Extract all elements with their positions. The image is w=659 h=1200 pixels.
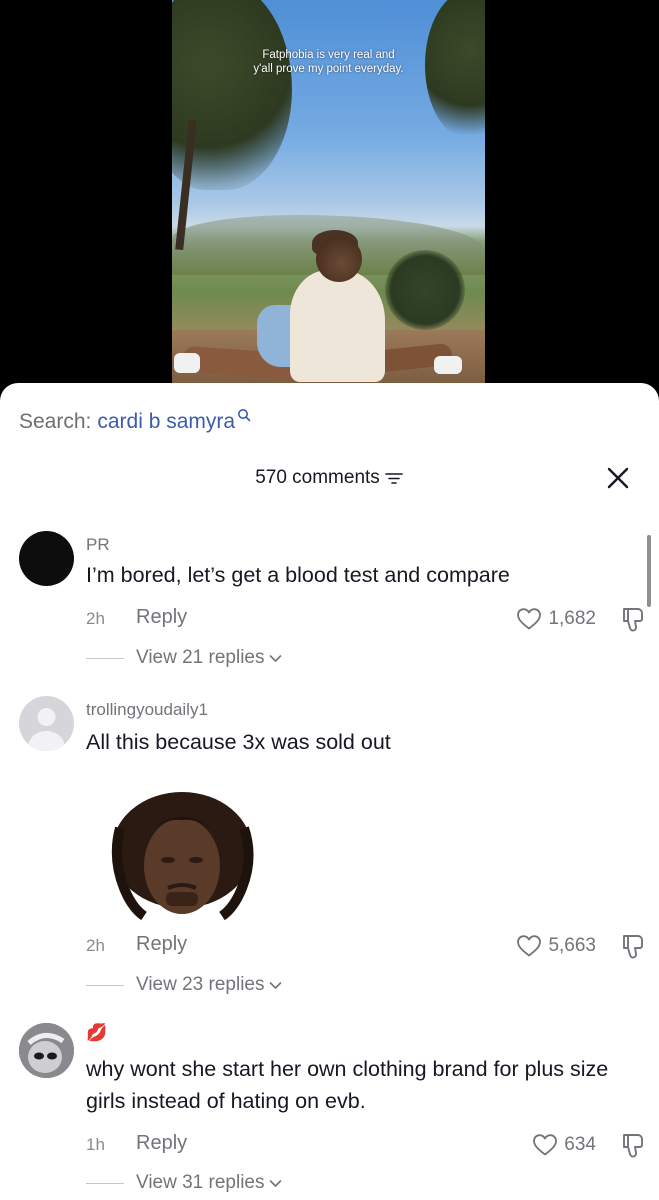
comment-count: 570 comments	[255, 467, 380, 488]
sort-icon[interactable]	[384, 471, 404, 485]
video-person-shoe-left	[174, 353, 200, 373]
view-replies-button[interactable]: View 23 replies	[86, 972, 282, 998]
comment-username[interactable]: 💋	[86, 1023, 107, 1043]
like-count: 5,663	[548, 935, 596, 956]
chevron-down-icon	[269, 981, 281, 989]
search-suggestion[interactable]: Search: cardi b samyra	[19, 409, 251, 434]
avatar-photo	[19, 1023, 74, 1078]
dislike-icon[interactable]	[620, 605, 646, 633]
video-person-head	[316, 236, 362, 282]
view-replies-label: View 23 replies	[136, 974, 265, 995]
video-bush	[385, 250, 465, 330]
reply-button[interactable]: Reply	[136, 1132, 187, 1155]
heart-icon	[517, 608, 542, 630]
comment-username[interactable]: PR	[86, 535, 110, 555]
comment-item: PR I’m bored, let’s get a blood test and…	[0, 531, 659, 671]
like-count: 634	[564, 1134, 596, 1155]
like-button[interactable]: 5,663	[516, 934, 596, 958]
heart-icon	[533, 1134, 558, 1156]
comments-header: 570 comments	[0, 467, 659, 497]
comment-meta-row: 2h Reply 1,682	[86, 605, 646, 633]
comment-text: I’m bored, let’s get a blood test and co…	[86, 563, 510, 587]
comment-text: why wont she start her own clothing bran…	[86, 1057, 609, 1113]
comment-time: 2h	[86, 609, 105, 628]
avatar[interactable]	[19, 1023, 74, 1078]
comments-sheet: Search: cardi b samyra 570 comments PR I…	[0, 383, 659, 1200]
chevron-down-icon	[269, 1179, 281, 1187]
view-replies-button[interactable]: View 21 replies	[86, 645, 282, 671]
comment-meta-row: 2h Reply 5,663	[86, 932, 646, 960]
heart-icon	[517, 935, 542, 957]
search-icon	[238, 409, 251, 422]
dislike-icon[interactable]	[620, 932, 646, 960]
comment-time: 1h	[86, 1135, 105, 1154]
default-avatar-icon	[28, 708, 65, 751]
comment-gif-image[interactable]	[102, 788, 262, 928]
reply-button[interactable]: Reply	[136, 933, 187, 956]
search-query[interactable]: cardi b samyra	[97, 410, 235, 434]
replies-divider	[86, 984, 124, 986]
view-replies-label: View 31 replies	[136, 1172, 265, 1193]
comment-item: 💋 why wont she start her own clothing br…	[0, 1023, 659, 1200]
view-replies-label: View 21 replies	[136, 647, 265, 668]
replies-divider	[86, 657, 124, 659]
comment-time: 2h	[86, 936, 105, 955]
avatar[interactable]	[19, 531, 74, 586]
comment-username[interactable]: trollingyoudaily1	[86, 700, 208, 720]
like-count: 1,682	[548, 608, 596, 629]
close-icon[interactable]	[605, 465, 631, 491]
replies-divider	[86, 1182, 124, 1184]
chevron-down-icon	[269, 654, 281, 662]
comment-item: trollingyoudaily1 All this because 3x wa…	[0, 696, 659, 1016]
avatar[interactable]	[19, 696, 74, 751]
like-button[interactable]: 1,682	[516, 607, 596, 631]
view-replies-button[interactable]: View 31 replies	[86, 1170, 282, 1196]
search-prefix: Search:	[19, 410, 92, 433]
comment-text: All this because 3x was sold out	[86, 730, 391, 754]
comment-count-sort[interactable]: 570 comments	[0, 467, 659, 489]
video-area[interactable]: Fatphobia is very real and y'all prove m…	[0, 0, 659, 400]
reply-button[interactable]: Reply	[136, 606, 187, 629]
video-caption-line-1: Fatphobia is very real and	[262, 49, 395, 61]
dislike-icon[interactable]	[620, 1131, 646, 1159]
comment-meta-row: 1h Reply 634	[86, 1131, 646, 1159]
video-frame[interactable]: Fatphobia is very real and y'all prove m…	[172, 0, 485, 390]
video-caption-line-2: y'all prove my point everyday.	[253, 63, 404, 75]
like-button[interactable]: 634	[532, 1133, 596, 1157]
video-person-shoe-right	[434, 356, 462, 374]
video-caption-overlay: Fatphobia is very real and y'all prove m…	[172, 48, 485, 76]
video-person-shirt	[290, 270, 385, 382]
